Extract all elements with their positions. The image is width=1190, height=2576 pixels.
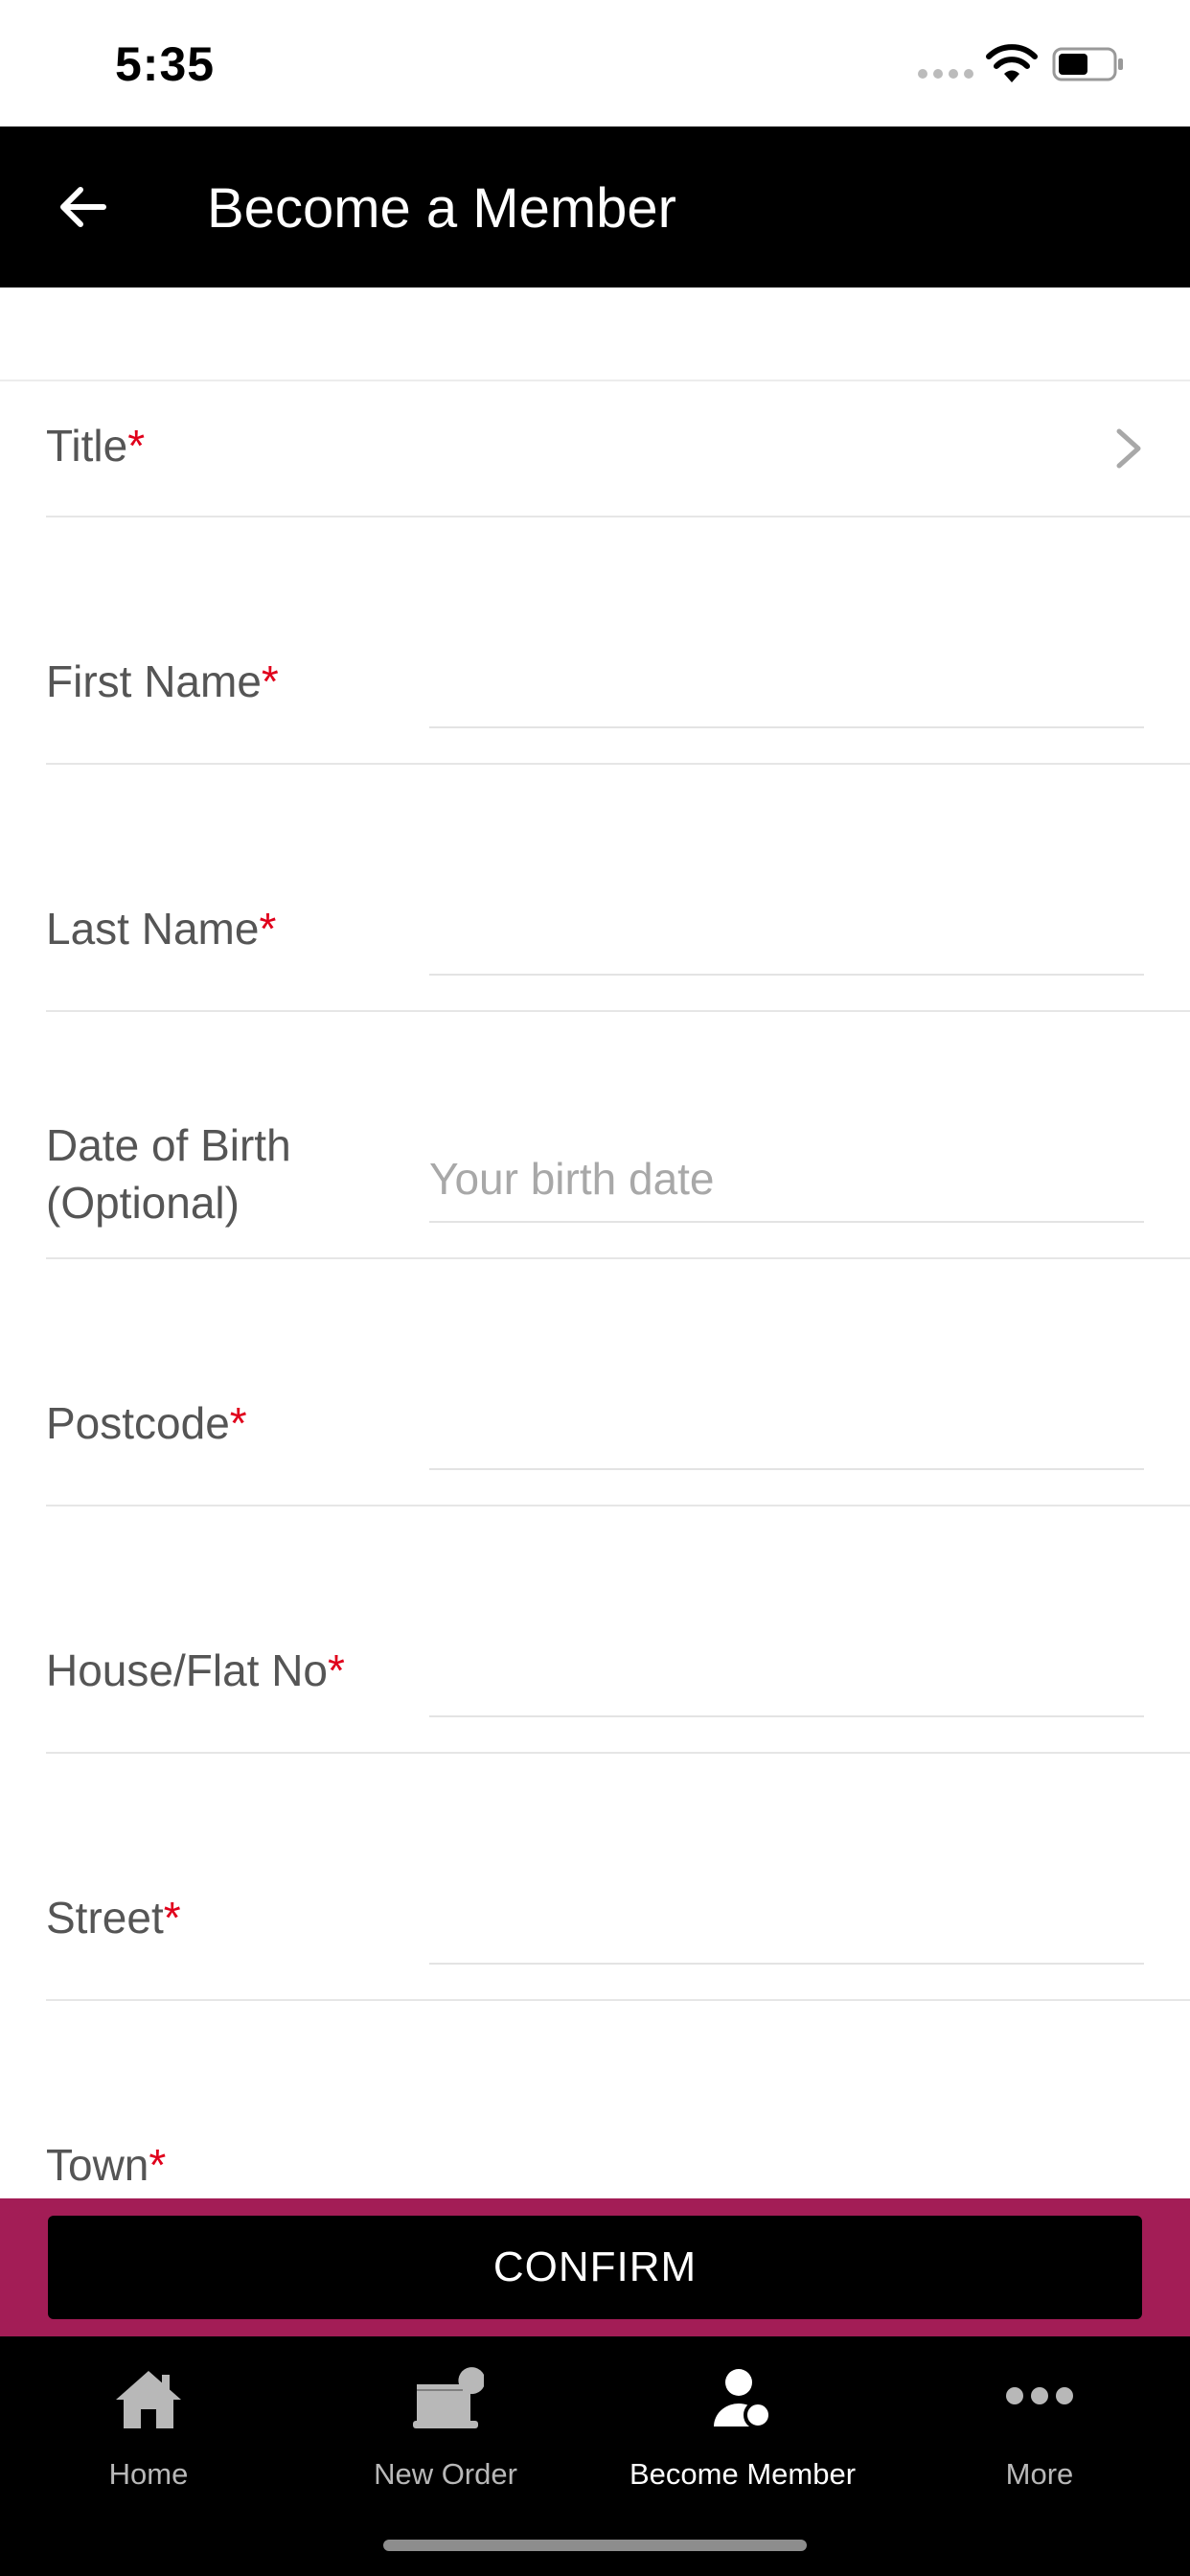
- divider: [46, 1257, 1190, 1259]
- divider: [0, 380, 1190, 381]
- last-name-label: Last Name*: [46, 904, 277, 954]
- town-label: Town*: [46, 2140, 167, 2190]
- house-input[interactable]: [429, 1631, 1144, 1717]
- divider: [46, 1505, 1190, 1506]
- divider: [46, 1999, 1190, 2001]
- app-header: Become a Member: [0, 126, 1190, 288]
- back-button[interactable]: [48, 172, 117, 242]
- street-input[interactable]: [429, 1878, 1144, 1965]
- postcode-input[interactable]: [429, 1384, 1144, 1470]
- postcode-label: Postcode*: [46, 1398, 247, 1448]
- nav-label-home: Home: [108, 2457, 189, 2491]
- last-name-input[interactable]: [429, 889, 1144, 976]
- first-name-input[interactable]: [429, 642, 1144, 728]
- street-label: Street*: [46, 1893, 181, 1943]
- wifi-icon: [986, 44, 1038, 82]
- divider: [46, 763, 1190, 765]
- nav-label-new-order: New Order: [374, 2457, 517, 2491]
- nav-label-become-member: Become Member: [629, 2457, 857, 2491]
- bottom-nav: Home New Order Become Member More: [0, 2336, 1190, 2576]
- home-indicator: [383, 2540, 807, 2551]
- confirm-button[interactable]: CONFIRM: [48, 2216, 1142, 2319]
- nav-item-new-order[interactable]: New Order: [297, 2336, 594, 2499]
- cellular-signal-icon: [918, 69, 973, 82]
- page-title: Become a Member: [207, 177, 676, 240]
- confirm-bar: CONFIRM: [0, 2198, 1190, 2336]
- dob-label-line2: (Optional): [46, 1177, 240, 1228]
- title-label: Title*: [46, 421, 146, 471]
- home-icon: [116, 2371, 181, 2428]
- nav-item-home[interactable]: Home: [0, 2336, 297, 2499]
- nav-label-more: More: [1005, 2457, 1074, 2491]
- dob-label: Date of Birth (Optional): [46, 1117, 291, 1232]
- divider: [46, 1752, 1190, 1754]
- nav-item-more[interactable]: More: [891, 2336, 1188, 2499]
- new-order-icon: [413, 2367, 484, 2428]
- divider: [46, 1010, 1190, 1012]
- more-icon: [1006, 2387, 1073, 2404]
- status-time: 5:35: [115, 37, 216, 91]
- house-label: House/Flat No*: [46, 1645, 345, 1695]
- dob-label-line1: Date of Birth: [46, 1120, 291, 1170]
- dob-input[interactable]: [429, 1137, 1144, 1223]
- divider: [46, 516, 1190, 518]
- member-icon: [714, 2369, 772, 2429]
- chevron-right-icon: [1116, 428, 1141, 469]
- status-bar: 5:35: [0, 0, 1190, 126]
- nav-item-become-member[interactable]: Become Member: [594, 2336, 891, 2499]
- battery-icon: [1052, 47, 1123, 81]
- arrow-left-icon: [60, 187, 106, 227]
- first-name-label: First Name*: [46, 656, 279, 706]
